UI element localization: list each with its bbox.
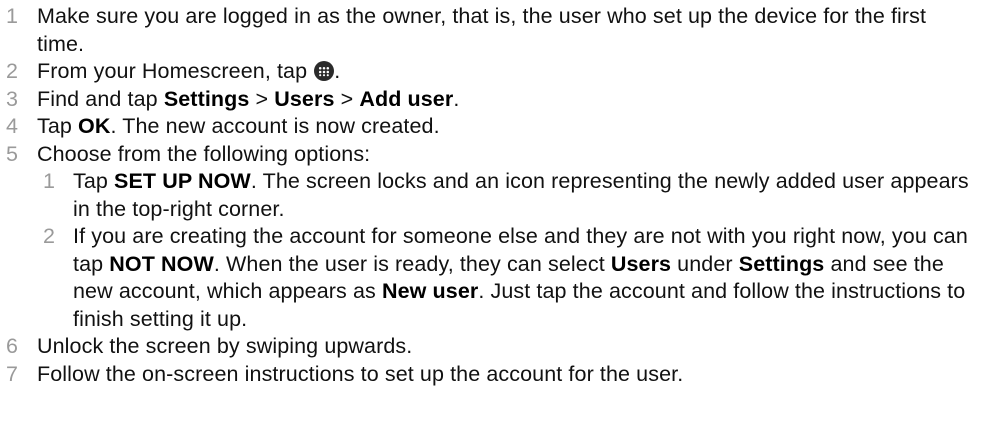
menu-path-users: Users: [274, 86, 335, 111]
step-text-part: From your Homescreen, tap: [37, 59, 314, 83]
set-up-now-label: SET UP NOW: [114, 169, 251, 193]
step-number: 5: [6, 141, 19, 166]
step-4: 4 Tap OK. The new account is now created…: [0, 113, 1000, 141]
step-3: 3 Find and tap Settings > Users > Add us…: [0, 86, 1000, 114]
substep-text: Tap SET UP NOW. The screen locks and an …: [73, 168, 973, 223]
step-number: 2: [6, 59, 19, 83]
step-text: From your Homescreen, tap .: [37, 58, 972, 86]
step-number: 6: [6, 334, 19, 358]
menu-path-settings: Settings: [163, 86, 250, 111]
settings-label: Settings: [738, 251, 825, 276]
step-7: 7 Follow the on-screen instructions to s…: [0, 361, 1000, 389]
menu-path-separator: >: [249, 86, 275, 111]
step-2: 2 From your Homescreen, tap .: [0, 58, 1000, 86]
instruction-list: 1 Make sure you are logged in as the own…: [0, 0, 1000, 433]
step-5-options: 1 Tap SET UP NOW. The screen locks and a…: [0, 168, 1000, 333]
step-text-part: Find and tap: [37, 86, 164, 111]
step-text: Choose from the following options:: [37, 141, 371, 166]
apps-grid-icon: [314, 61, 335, 81]
step-text-part: . The new account is now created.: [110, 114, 440, 138]
step-6: 6 Unlock the screen by swiping upwards.: [0, 333, 1000, 361]
step-text-part: under: [671, 251, 739, 276]
menu-path-separator: >: [334, 86, 360, 111]
substep-number: 2: [43, 224, 56, 248]
new-user-label: New user: [381, 279, 479, 303]
step-text: Follow the on-screen instructions to set…: [37, 361, 684, 386]
substep-text: If you are creating the account for some…: [73, 223, 973, 333]
step-text-part: Tap: [73, 169, 115, 193]
substep-number: 1: [43, 169, 56, 193]
not-now-label: NOT NOW: [109, 251, 214, 276]
ok-label: OK: [78, 114, 111, 138]
step-text: Find and tap Settings > Users > Add user…: [37, 86, 972, 114]
step-text-part: .: [334, 59, 341, 83]
step-5: 5 Choose from the following options:: [0, 141, 1000, 169]
step-number: 1: [6, 4, 19, 28]
users-label: Users: [610, 251, 672, 276]
step-text: Make sure you are logged in as the owner…: [37, 4, 927, 56]
step-text-part: . When the user is ready, they can selec…: [213, 251, 611, 276]
substep-1: 1 Tap SET UP NOW. The screen locks and a…: [0, 168, 1000, 223]
step-text: Unlock the screen by swiping upwards.: [37, 334, 413, 358]
substep-2: 2 If you are creating the account for so…: [0, 223, 1000, 333]
step-number: 4: [6, 114, 19, 138]
step-1: 1 Make sure you are logged in as the own…: [0, 3, 1000, 58]
step-text: Tap OK. The new account is now created.: [37, 113, 972, 141]
step-number: 3: [6, 86, 19, 111]
menu-path-add-user: Add user: [359, 86, 454, 111]
step-text-part: Tap: [37, 114, 79, 138]
step-number: 7: [6, 361, 19, 386]
step-text-part: .: [453, 86, 460, 111]
